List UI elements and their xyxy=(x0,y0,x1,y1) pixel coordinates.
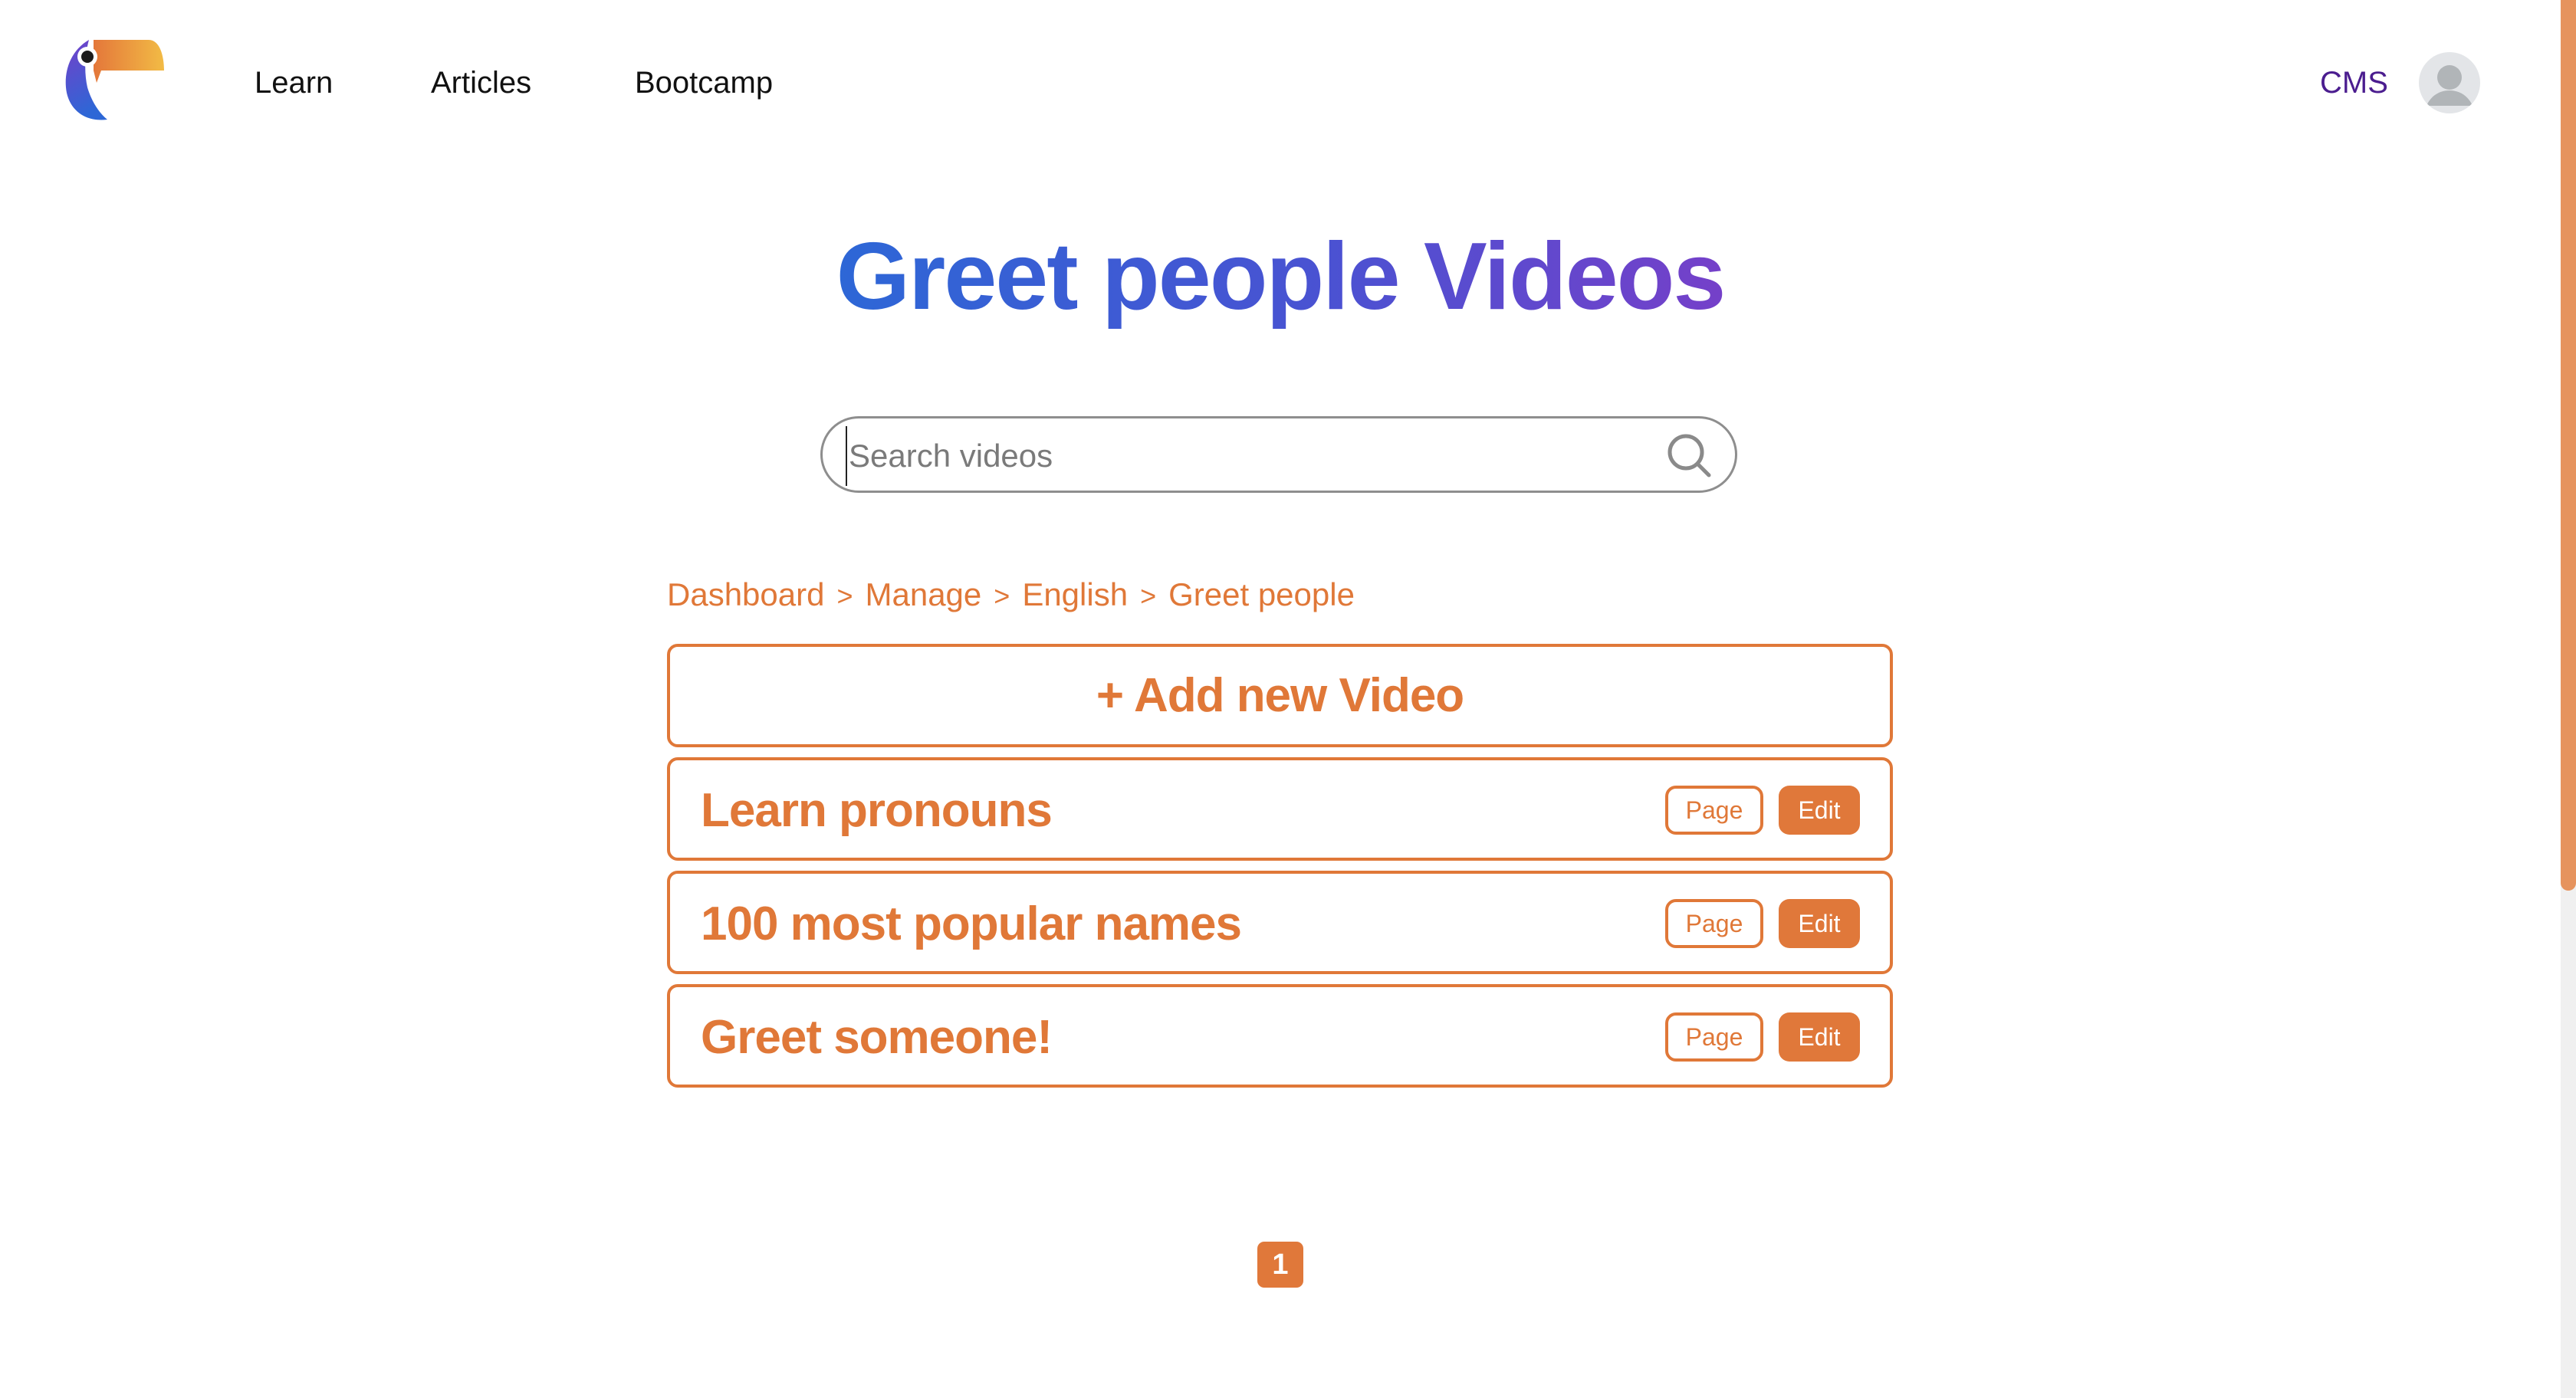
search-bar xyxy=(820,416,1737,493)
avatar[interactable] xyxy=(2419,52,2480,113)
nav-learn[interactable]: Learn xyxy=(255,66,333,100)
pagination-page-1[interactable]: 1 xyxy=(1257,1242,1303,1288)
video-row: 100 most popular names Page Edit xyxy=(667,871,1893,974)
video-title[interactable]: Learn pronouns xyxy=(701,783,1053,838)
breadcrumb-english[interactable]: English xyxy=(1022,576,1128,612)
video-row: Learn pronouns Page Edit xyxy=(667,757,1893,861)
video-title[interactable]: 100 most popular names xyxy=(701,897,1242,951)
page-button[interactable]: Page xyxy=(1665,786,1763,835)
search-icon[interactable] xyxy=(1666,432,1714,480)
video-title[interactable]: Greet someone! xyxy=(701,1010,1053,1065)
breadcrumb-separator: > xyxy=(836,580,853,612)
scrollbar-thumb[interactable] xyxy=(2561,0,2576,891)
video-row: Greet someone! Page Edit xyxy=(667,984,1893,1088)
edit-button[interactable]: Edit xyxy=(1779,1012,1860,1062)
breadcrumb-dashboard[interactable]: Dashboard xyxy=(667,576,824,612)
cms-link[interactable]: CMS xyxy=(2320,66,2388,100)
breadcrumb: Dashboard > Manage > English > Greet people xyxy=(667,576,1355,613)
page-title: Greet people Videos xyxy=(0,222,2561,331)
page-title-text: Greet people Videos xyxy=(836,224,1727,330)
edit-button[interactable]: Edit xyxy=(1779,899,1860,948)
toucan-logo[interactable] xyxy=(63,40,166,124)
breadcrumb-separator: > xyxy=(1140,580,1157,612)
user-avatar-icon xyxy=(2426,65,2472,106)
nav-bootcamp[interactable]: Bootcamp xyxy=(635,66,773,100)
breadcrumb-greet-people[interactable]: Greet people xyxy=(1168,576,1355,612)
page-button[interactable]: Page xyxy=(1665,899,1763,948)
page-button[interactable]: Page xyxy=(1665,1012,1763,1062)
edit-button[interactable]: Edit xyxy=(1779,786,1860,835)
breadcrumb-manage[interactable]: Manage xyxy=(866,576,982,612)
breadcrumb-separator: > xyxy=(994,580,1010,612)
search-input[interactable] xyxy=(846,426,1648,486)
add-new-video-button[interactable]: + Add new Video xyxy=(667,644,1893,747)
nav-articles[interactable]: Articles xyxy=(431,66,531,100)
